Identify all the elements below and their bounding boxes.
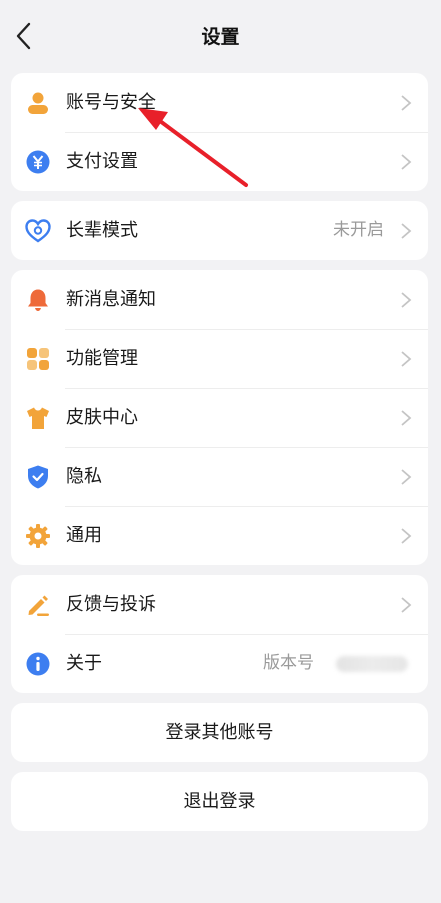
feature-management-label: 功能管理 [66,348,138,369]
feedback-complaint-label: 反馈与投诉 [66,594,156,615]
privacy-item[interactable]: 隐私 [11,447,428,506]
chevron-right-icon [401,351,412,367]
version-number-blurred [336,656,408,672]
elder-group-card: 长辈模式 未开启 [11,201,428,260]
privacy-label: 隐私 [66,466,102,487]
feature-management-item[interactable]: 功能管理 [11,329,428,388]
skin-center-label: 皮肤中心 [66,407,138,428]
version-label: 版本号 [263,653,314,673]
elder-mode-item[interactable]: 长辈模式 未开启 [11,201,428,260]
nav-bar: 设置 [0,0,441,72]
user-icon [28,92,48,114]
account-security-item[interactable]: 账号与安全 [11,73,428,132]
payment-settings-item[interactable]: 支付设置 [11,132,428,191]
general-item[interactable]: 通用 [11,506,428,565]
account-security-label: 账号与安全 [66,92,156,113]
chevron-right-icon [401,292,412,308]
skin-center-item[interactable]: 皮肤中心 [11,388,428,447]
chevron-right-icon [401,410,412,426]
general-label: 通用 [66,525,102,546]
support-group-card: 反馈与投诉 关于 版本号 [11,575,428,693]
chevron-right-icon [401,154,412,170]
shirt-icon [27,407,49,429]
chevron-right-icon [401,597,412,613]
about-label: 关于 [66,653,102,674]
edit-icon [28,595,49,616]
grid-icon [27,348,49,370]
gear-icon [26,524,50,548]
bell-icon [28,289,48,311]
info-icon [26,652,50,676]
general-group-card: 新消息通知 功能管理 皮肤中心 隐私 通用 [11,270,428,565]
chevron-right-icon [401,528,412,544]
chevron-right-icon [401,469,412,485]
chevron-right-icon [401,95,412,111]
shield-icon [28,465,48,489]
yen-icon [26,150,50,174]
new-message-notify-item[interactable]: 新消息通知 [11,270,428,329]
feedback-complaint-item[interactable]: 反馈与投诉 [11,575,428,634]
new-message-notify-label: 新消息通知 [66,289,156,310]
chevron-right-icon [401,223,412,239]
logout-button[interactable]: 退出登录 [11,772,428,831]
elder-mode-label: 长辈模式 [66,220,138,241]
page-title: 设置 [201,26,240,48]
account-group-card: 账号与安全 支付设置 [11,73,428,191]
about-item[interactable]: 关于 版本号 [11,634,428,693]
elder-mode-status: 未开启 [333,220,384,240]
payment-settings-label: 支付设置 [66,151,138,172]
login-other-account-button[interactable]: 登录其他账号 [11,703,428,762]
heart-icon [25,219,51,243]
